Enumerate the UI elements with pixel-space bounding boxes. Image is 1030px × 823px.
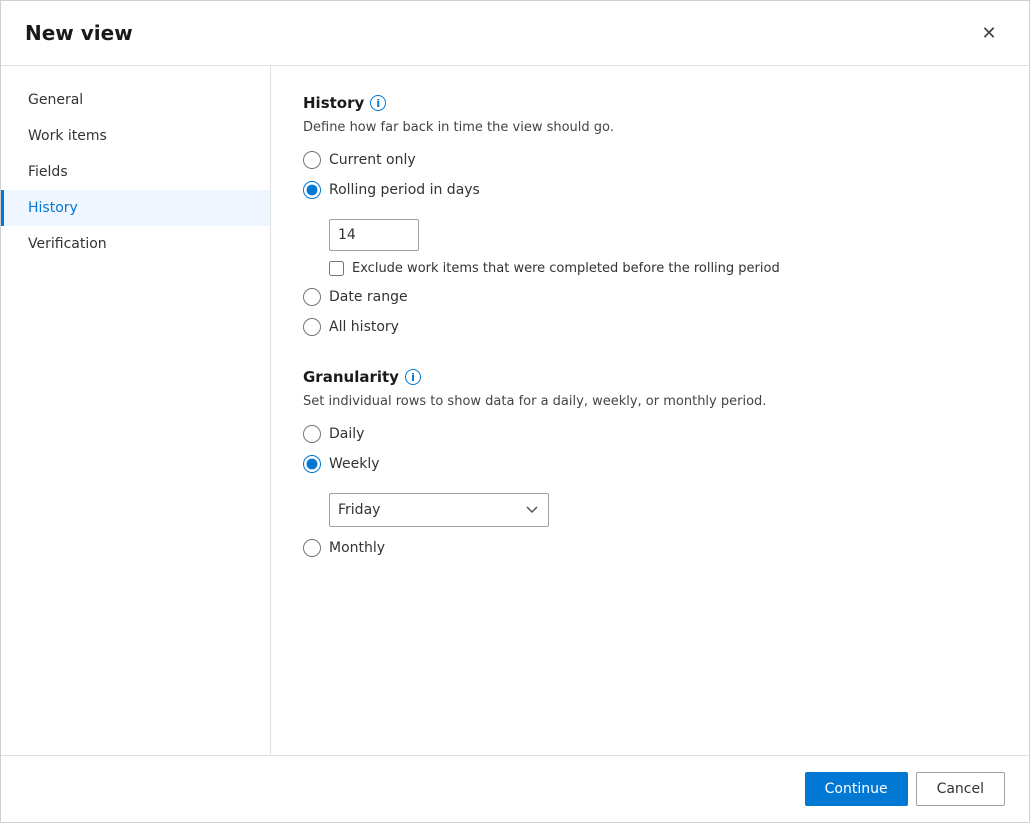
history-radio-group: Current only Rolling period in days Excl…: [303, 151, 997, 336]
radio-weekly[interactable]: [303, 455, 321, 473]
radio-current-only[interactable]: [303, 151, 321, 169]
radio-all-history[interactable]: [303, 318, 321, 336]
radio-rolling-period[interactable]: [303, 181, 321, 199]
history-option-current-only[interactable]: Current only: [303, 151, 997, 169]
continue-button[interactable]: Continue: [805, 772, 908, 806]
granularity-option-weekly[interactable]: Weekly: [303, 455, 997, 473]
sidebar-item-history[interactable]: History: [1, 190, 270, 226]
exclude-checkbox-row[interactable]: Exclude work items that were completed b…: [329, 261, 997, 276]
radio-date-range[interactable]: [303, 288, 321, 306]
granularity-option-daily[interactable]: Daily: [303, 425, 997, 443]
dialog-title: New view: [25, 21, 133, 45]
granularity-description: Set individual rows to show data for a d…: [303, 394, 997, 409]
dialog: New view ✕ General Work items Fields His…: [0, 0, 1030, 823]
sidebar-item-verification[interactable]: Verification: [1, 226, 270, 262]
history-option-rolling-period[interactable]: Rolling period in days: [303, 181, 997, 199]
cancel-button[interactable]: Cancel: [916, 772, 1005, 806]
weekly-sub-options: Monday Tuesday Wednesday Thursday Friday…: [329, 493, 997, 527]
sidebar: General Work items Fields History Verifi…: [1, 66, 271, 755]
history-section: History i Define how far back in time th…: [303, 94, 997, 336]
granularity-info-icon: i: [405, 369, 421, 385]
sidebar-item-general[interactable]: General: [1, 82, 270, 118]
granularity-section: Granularity i Set individual rows to sho…: [303, 368, 997, 557]
weekly-day-select[interactable]: Monday Tuesday Wednesday Thursday Friday…: [329, 493, 549, 527]
dialog-body: General Work items Fields History Verifi…: [1, 66, 1029, 755]
history-description: Define how far back in time the view sho…: [303, 120, 997, 135]
radio-monthly[interactable]: [303, 539, 321, 557]
rolling-sub-options: Exclude work items that were completed b…: [329, 219, 997, 276]
close-button[interactable]: ✕: [973, 17, 1005, 49]
rolling-days-input[interactable]: [329, 219, 419, 251]
radio-daily[interactable]: [303, 425, 321, 443]
exclude-checkbox[interactable]: [329, 261, 344, 276]
granularity-radio-group: Daily Weekly Monday Tuesday Wednesday: [303, 425, 997, 557]
granularity-title: Granularity i: [303, 368, 997, 386]
dialog-footer: Continue Cancel: [1, 755, 1029, 822]
dialog-header: New view ✕: [1, 1, 1029, 66]
history-title: History i: [303, 94, 997, 112]
close-icon: ✕: [981, 23, 996, 44]
sidebar-item-fields[interactable]: Fields: [1, 154, 270, 190]
history-info-icon: i: [370, 95, 386, 111]
main-content: History i Define how far back in time th…: [271, 66, 1029, 755]
granularity-option-monthly[interactable]: Monthly: [303, 539, 997, 557]
history-option-all-history[interactable]: All history: [303, 318, 997, 336]
sidebar-item-work-items[interactable]: Work items: [1, 118, 270, 154]
history-option-date-range[interactable]: Date range: [303, 288, 997, 306]
